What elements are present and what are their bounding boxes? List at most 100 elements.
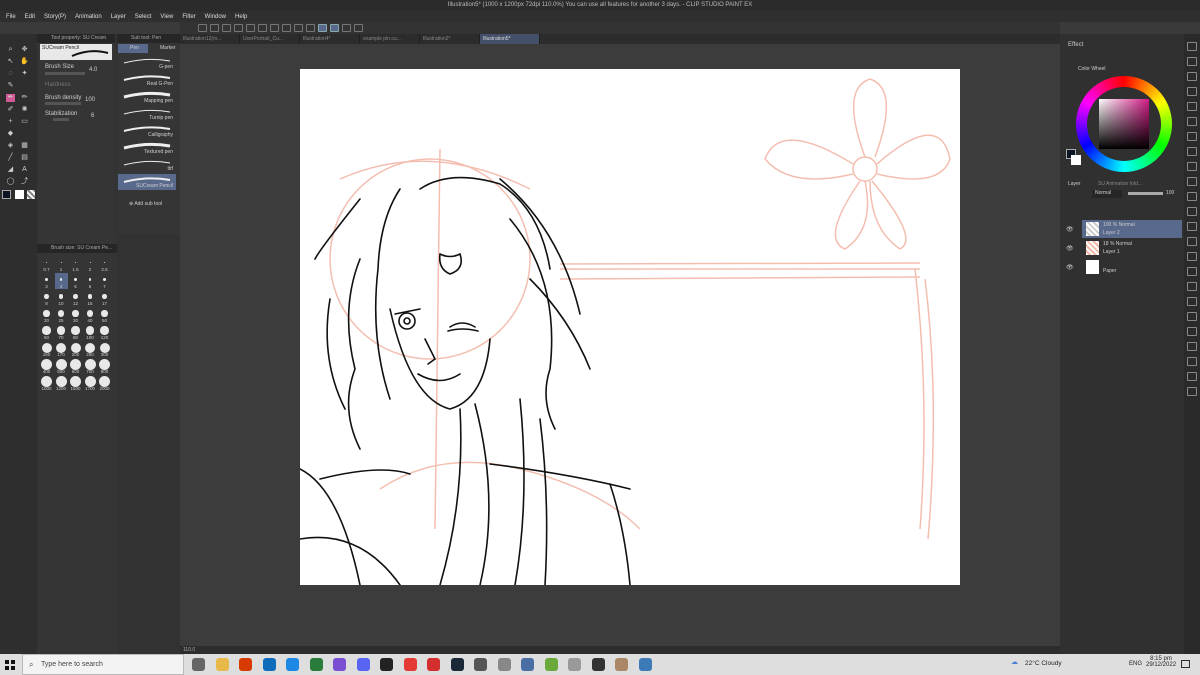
gradient-icon[interactable]: ▦ (20, 142, 29, 150)
panel-toggle-icon[interactable] (1187, 162, 1197, 171)
menu-file[interactable]: File (6, 14, 16, 20)
brush-size-cell[interactable]: 2 (84, 256, 97, 272)
balloon-icon[interactable]: ◯ (6, 178, 15, 186)
redo-icon[interactable] (258, 24, 267, 32)
mouse-app-icon[interactable] (497, 658, 511, 671)
frame-icon[interactable]: ▤ (20, 154, 29, 162)
pen-icon[interactable]: ✒ (6, 94, 15, 102)
brush-size-cell[interactable]: 10 (55, 290, 68, 306)
eraser-icon[interactable]: ▭ (20, 118, 29, 126)
layer-opacity-value[interactable]: 100 (1166, 190, 1174, 196)
transparent-color-swatch[interactable] (27, 190, 35, 199)
clock[interactable]: 8:15 pm 29/12/2022 (1146, 656, 1176, 668)
move-icon[interactable]: ✥ (20, 46, 29, 54)
subtool-item[interactable]: Real G-Pen (118, 72, 176, 88)
subtool-tab-marker[interactable]: Marker (148, 44, 178, 53)
panel-toggle-icon[interactable] (1187, 342, 1197, 351)
language-indicator[interactable]: ENG (1129, 661, 1142, 667)
panel-toggle-icon[interactable] (1187, 42, 1197, 51)
menu-animation[interactable]: Animation (75, 14, 102, 20)
opera-icon[interactable] (427, 658, 440, 671)
brush-size-cell[interactable]: 1 (55, 256, 68, 272)
minecraft-icon[interactable] (544, 658, 558, 671)
zoom-icon[interactable]: ⌕ (6, 46, 15, 54)
brush-size-cell[interactable]: 800 (98, 358, 111, 374)
panel-toggle-icon[interactable] (1187, 297, 1197, 306)
eye-icon[interactable]: 👁 (1066, 264, 1074, 271)
subtool-item[interactable]: SUCream Pencil (118, 174, 176, 190)
app-icon[interactable] (615, 658, 628, 671)
panel-toggle-icon[interactable] (1187, 207, 1197, 216)
brush-size-cell[interactable]: 170 (55, 341, 68, 357)
panel-toggle-icon[interactable] (1187, 87, 1197, 96)
brush-size-cell[interactable]: 1700 (84, 375, 97, 391)
brush-size-cell[interactable]: 2.5 (98, 256, 111, 272)
panel-toggle-icon[interactable] (1187, 267, 1197, 276)
brush-size-cell[interactable]: 70 (55, 324, 68, 340)
clip-studio-icon[interactable] (521, 658, 534, 671)
panel-toggle-icon[interactable] (1187, 327, 1197, 336)
eye-icon[interactable]: 👁 (1066, 226, 1074, 233)
color-saturation-square[interactable] (1099, 99, 1149, 149)
add-subtool-button[interactable]: ⊕ Add sub tool (129, 201, 162, 207)
drawing-canvas[interactable] (299, 69, 960, 586)
panel-toggle-icon[interactable] (1187, 372, 1197, 381)
panel-toggle-icon[interactable] (1187, 312, 1197, 321)
new-file-icon[interactable] (198, 24, 207, 32)
stabilization-slider[interactable] (53, 118, 69, 121)
mail-icon[interactable] (262, 658, 276, 671)
app-icon[interactable] (638, 658, 652, 671)
hand-icon[interactable]: ✋ (20, 58, 29, 66)
brush-size-cell[interactable]: 2000 (98, 375, 111, 391)
taskbar-search-input[interactable]: ⌕ Type here to search (22, 654, 184, 675)
brush-size-cell[interactable]: 60 (40, 324, 53, 340)
blend-icon[interactable]: ◆ (6, 130, 15, 138)
panel-toggle-icon[interactable] (1187, 222, 1197, 231)
correct-line-icon[interactable]: ⤴ (20, 178, 29, 186)
brush-size-cell[interactable]: 17 (98, 290, 111, 306)
eyedropper-icon[interactable]: ✎ (6, 82, 15, 90)
panel-toggle-icon[interactable] (1187, 72, 1197, 81)
panel-toggle-icon[interactable] (1187, 282, 1197, 291)
doc-tab[interactable]: Illustration2* (420, 34, 480, 44)
brush-size-cell[interactable]: 20 (40, 307, 53, 323)
layer-opacity-slider[interactable] (1128, 192, 1163, 195)
app-icon[interactable] (474, 658, 487, 671)
brush-size-cell[interactable]: 100 (84, 324, 97, 340)
brush-size-cell[interactable]: 120 (98, 324, 111, 340)
pencil-icon[interactable]: ✏ (20, 94, 29, 102)
brush-size-cell[interactable]: 300 (98, 341, 111, 357)
brush-size-cell[interactable]: 6 (84, 273, 97, 289)
doc-tab[interactable]: example pin.cu... (360, 34, 420, 44)
brush-size-cell[interactable]: 0.7 (40, 256, 53, 272)
discord-icon[interactable] (356, 658, 370, 671)
brush-size-cell[interactable]: 1200 (55, 375, 68, 391)
menu-filter[interactable]: Filter (182, 14, 195, 20)
task-view-icon[interactable] (192, 658, 205, 671)
panel-toggle-icon[interactable] (1187, 102, 1197, 111)
airbrush-icon[interactable]: ✺ (20, 106, 29, 114)
menu-story[interactable]: Story(P) (44, 14, 66, 20)
brush-size-cell[interactable]: 3 (40, 273, 53, 289)
menu-window[interactable]: Window (205, 14, 226, 20)
snap-ruler-icon[interactable] (306, 24, 315, 32)
figure-icon[interactable]: ╱ (6, 154, 15, 162)
menu-layer[interactable]: Layer (111, 14, 126, 20)
brush-size-cell[interactable]: 4 (54, 273, 68, 289)
brush-size-cell[interactable]: 200 (69, 341, 82, 357)
panel-toggle-icon[interactable] (1187, 177, 1197, 186)
zoom-value[interactable]: 110.0 (183, 647, 195, 653)
file-explorer-icon[interactable] (215, 658, 229, 671)
doc-tab[interactable]: Illustration12(m... (180, 34, 240, 44)
office-icon[interactable] (239, 658, 252, 671)
brush-size-cell[interactable]: 400 (40, 358, 53, 374)
save-icon[interactable] (222, 24, 231, 32)
stabilization-value[interactable]: 6 (91, 113, 94, 119)
brush-size-cell[interactable]: 250 (84, 341, 97, 357)
epic-games-icon[interactable] (380, 658, 393, 671)
panel-toggle-icon[interactable] (1187, 57, 1197, 66)
brush-size-cell[interactable]: 80 (69, 324, 82, 340)
brush-size-cell[interactable]: 15 (84, 290, 97, 306)
notification-icon[interactable] (1181, 660, 1190, 668)
eye-icon[interactable]: 👁 (1066, 245, 1074, 252)
